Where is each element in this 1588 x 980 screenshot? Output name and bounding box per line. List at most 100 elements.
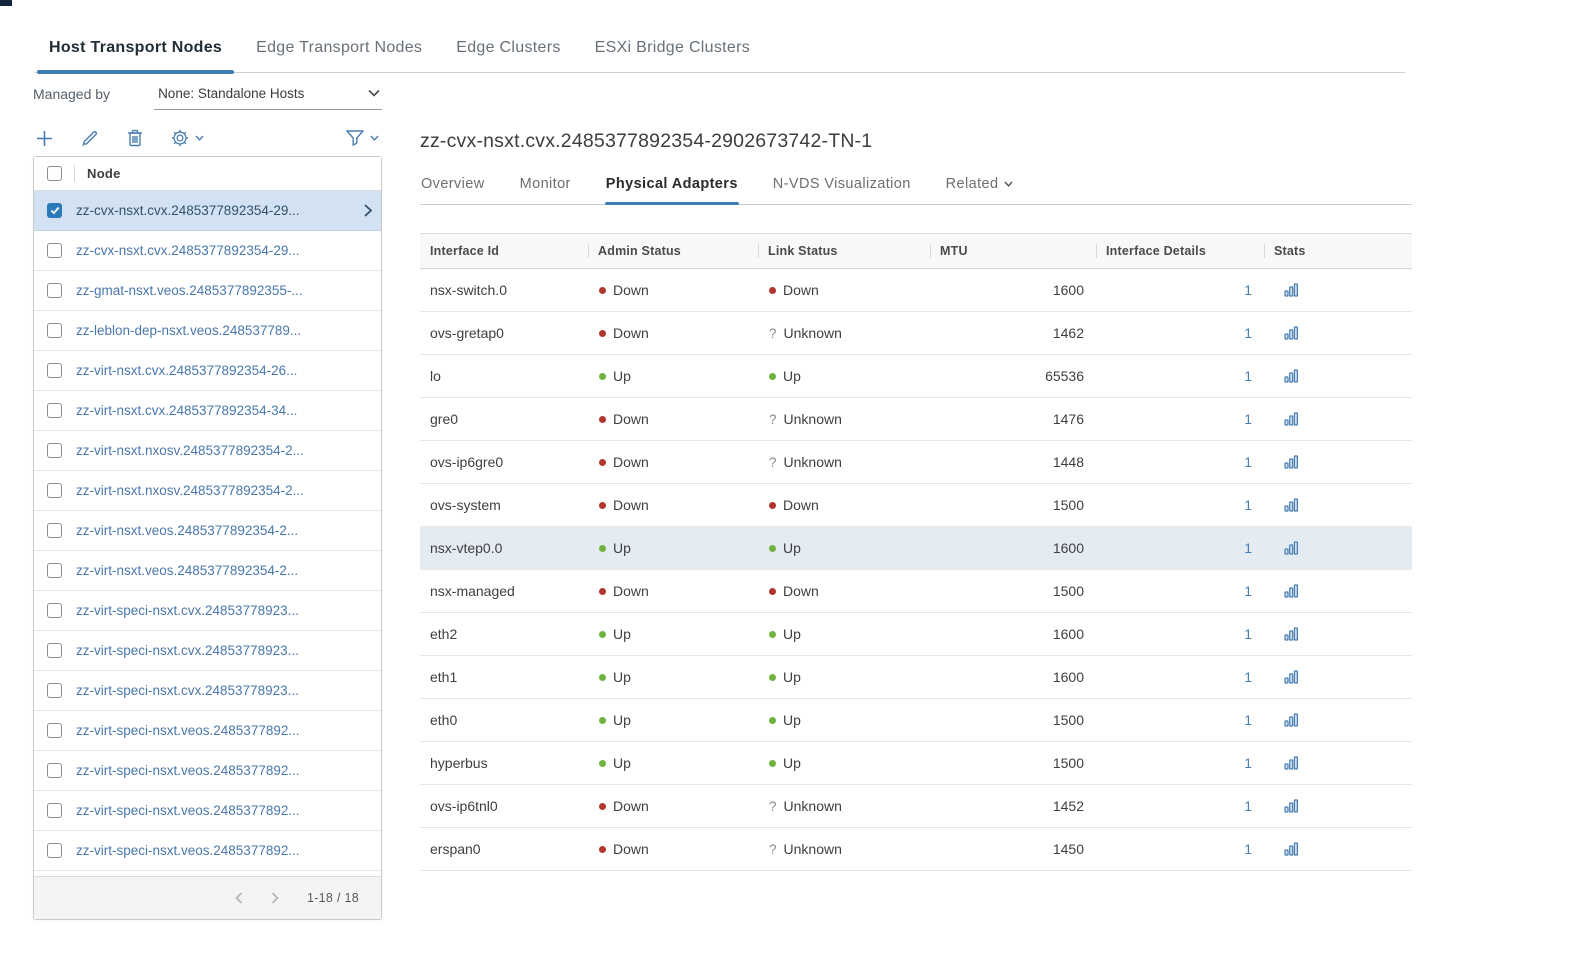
node-list-item[interactable]: zz-cvx-nsxt.cvx.2485377892354-29... <box>34 231 381 271</box>
node-list-item[interactable]: zz-virt-nsxt.cvx.2485377892354-26... <box>34 351 381 391</box>
node-link[interactable]: zz-virt-nsxt.cvx.2485377892354-34... <box>76 403 381 418</box>
node-link[interactable]: zz-virt-nsxt.veos.2485377892354-2... <box>76 563 381 578</box>
node-list-item[interactable]: zz-virt-speci-nsxt.veos.2485377892... <box>34 791 381 831</box>
node-checkbox[interactable] <box>47 243 62 258</box>
bar-chart-icon[interactable] <box>1284 541 1299 555</box>
settings-menu-button[interactable] <box>171 129 204 147</box>
node-link[interactable]: zz-cvx-nsxt.cvx.2485377892354-29... <box>76 203 364 218</box>
bar-chart-icon[interactable] <box>1284 326 1299 340</box>
node-list-item[interactable]: zz-virt-speci-nsxt.veos.2485377892... <box>34 751 381 791</box>
detail-tab[interactable]: Overview <box>420 174 486 204</box>
node-link[interactable]: zz-virt-nsxt.veos.2485377892354-2... <box>76 523 381 538</box>
node-link[interactable]: zz-virt-speci-nsxt.veos.2485377892... <box>76 723 381 738</box>
node-checkbox[interactable] <box>47 643 62 658</box>
edit-node-button[interactable] <box>81 129 99 147</box>
bar-chart-icon[interactable] <box>1284 627 1299 641</box>
bar-chart-icon[interactable] <box>1284 455 1299 469</box>
node-link[interactable]: zz-virt-speci-nsxt.cvx.24853778923... <box>76 643 381 658</box>
mtu-value: 1500 <box>930 755 1096 771</box>
interface-details-link[interactable]: 1 <box>1244 669 1252 685</box>
interface-details-link[interactable]: 1 <box>1244 368 1252 384</box>
bar-chart-icon[interactable] <box>1284 670 1299 684</box>
node-link[interactable]: zz-gmat-nsxt.veos.2485377892355-... <box>76 283 381 298</box>
bar-chart-icon[interactable] <box>1284 713 1299 727</box>
interface-details-link[interactable]: 1 <box>1244 841 1252 857</box>
node-list-item[interactable]: zz-virt-nsxt.nxosv.2485377892354-2... <box>34 431 381 471</box>
bar-chart-icon[interactable] <box>1284 498 1299 512</box>
node-list-item[interactable]: zz-virt-speci-nsxt.veos.2485377892... <box>34 711 381 751</box>
interface-details-link[interactable]: 1 <box>1244 540 1252 556</box>
node-checkbox[interactable] <box>47 363 62 378</box>
previous-page-button[interactable] <box>235 892 243 904</box>
node-link[interactable]: zz-leblon-dep-nsxt.veos.248537789... <box>76 323 381 338</box>
node-list-item[interactable]: zz-virt-nsxt.nxosv.2485377892354-2... <box>34 471 381 511</box>
detail-tab[interactable]: N-VDS Visualization <box>772 174 912 204</box>
next-page-button[interactable] <box>271 892 279 904</box>
node-list-item[interactable]: zz-virt-speci-nsxt.cvx.24853778923... <box>34 671 381 711</box>
node-link[interactable]: zz-virt-speci-nsxt.veos.2485377892... <box>76 803 381 818</box>
node-checkbox[interactable] <box>47 403 62 418</box>
node-link[interactable]: zz-virt-nsxt.nxosv.2485377892354-2... <box>76 483 381 498</box>
node-checkbox[interactable] <box>47 203 62 218</box>
detail-tab[interactable]: Physical Adapters <box>605 174 739 204</box>
node-list-item[interactable]: zz-virt-speci-nsxt.cvx.24853778923... <box>34 591 381 631</box>
bar-chart-icon[interactable] <box>1284 756 1299 770</box>
node-link[interactable]: zz-virt-nsxt.cvx.2485377892354-26... <box>76 363 381 378</box>
interface-details-link[interactable]: 1 <box>1244 755 1252 771</box>
node-checkbox[interactable] <box>47 523 62 538</box>
mtu-value: 1600 <box>930 626 1096 642</box>
node-list-item[interactable]: zz-cvx-nsxt.cvx.2485377892354-29... <box>34 191 381 231</box>
node-checkbox[interactable] <box>47 563 62 578</box>
node-link[interactable]: zz-virt-speci-nsxt.veos.2485377892... <box>76 843 381 858</box>
interface-details-link[interactable]: 1 <box>1244 626 1252 642</box>
node-link[interactable]: zz-virt-speci-nsxt.veos.2485377892... <box>76 763 381 778</box>
interface-details-link[interactable]: 1 <box>1244 411 1252 427</box>
node-checkbox[interactable] <box>47 483 62 498</box>
node-checkbox[interactable] <box>47 283 62 298</box>
node-checkbox[interactable] <box>47 683 62 698</box>
interface-details-link[interactable]: 1 <box>1244 454 1252 470</box>
bar-chart-icon[interactable] <box>1284 799 1299 813</box>
bar-chart-icon[interactable] <box>1284 412 1299 426</box>
bar-chart-icon[interactable] <box>1284 369 1299 383</box>
node-list-item[interactable]: zz-virt-nsxt.cvx.2485377892354-34... <box>34 391 381 431</box>
node-link[interactable]: zz-virt-speci-nsxt.cvx.24853778923... <box>76 683 381 698</box>
top-tab[interactable]: Host Transport Nodes <box>47 33 224 72</box>
node-list-item[interactable]: zz-virt-speci-nsxt.cvx.24853778923... <box>34 631 381 671</box>
node-checkbox[interactable] <box>47 723 62 738</box>
select-all-checkbox[interactable] <box>47 166 62 181</box>
interface-details-link[interactable]: 1 <box>1244 712 1252 728</box>
interface-details-link[interactable]: 1 <box>1244 798 1252 814</box>
node-checkbox[interactable] <box>47 323 62 338</box>
detail-tab[interactable]: Monitor <box>519 174 572 204</box>
interface-details-link[interactable]: 1 <box>1244 497 1252 513</box>
detail-tab[interactable]: Related <box>945 174 1015 204</box>
node-list-item[interactable]: zz-virt-nsxt.veos.2485377892354-2... <box>34 511 381 551</box>
interface-details-link[interactable]: 1 <box>1244 282 1252 298</box>
top-tab[interactable]: Edge Clusters <box>454 33 562 72</box>
interface-id: nsx-managed <box>420 583 588 599</box>
node-checkbox[interactable] <box>47 603 62 618</box>
node-link[interactable]: zz-cvx-nsxt.cvx.2485377892354-29... <box>76 243 381 258</box>
filter-button[interactable] <box>346 130 383 146</box>
node-checkbox[interactable] <box>47 443 62 458</box>
node-list-item[interactable]: zz-virt-speci-nsxt.veos.2485377892... <box>34 831 381 871</box>
managed-by-select[interactable]: None: Standalone Hosts <box>154 84 382 110</box>
node-list-item[interactable]: zz-leblon-dep-nsxt.veos.248537789... <box>34 311 381 351</box>
node-checkbox[interactable] <box>47 843 62 858</box>
node-list-item[interactable]: zz-gmat-nsxt.veos.2485377892355-... <box>34 271 381 311</box>
node-checkbox[interactable] <box>47 763 62 778</box>
delete-node-button[interactable] <box>127 129 143 147</box>
add-node-button[interactable] <box>36 130 53 147</box>
bar-chart-icon[interactable] <box>1284 584 1299 598</box>
top-tab[interactable]: Edge Transport Nodes <box>254 33 424 72</box>
top-tab[interactable]: ESXi Bridge Clusters <box>593 33 752 72</box>
node-list-item[interactable]: zz-virt-nsxt.veos.2485377892354-2... <box>34 551 381 591</box>
interface-details-link[interactable]: 1 <box>1244 325 1252 341</box>
node-link[interactable]: zz-virt-nsxt.nxosv.2485377892354-2... <box>76 443 381 458</box>
node-link[interactable]: zz-virt-speci-nsxt.cvx.24853778923... <box>76 603 381 618</box>
node-checkbox[interactable] <box>47 803 62 818</box>
bar-chart-icon[interactable] <box>1284 283 1299 297</box>
interface-details-link[interactable]: 1 <box>1244 583 1252 599</box>
bar-chart-icon[interactable] <box>1284 842 1299 856</box>
